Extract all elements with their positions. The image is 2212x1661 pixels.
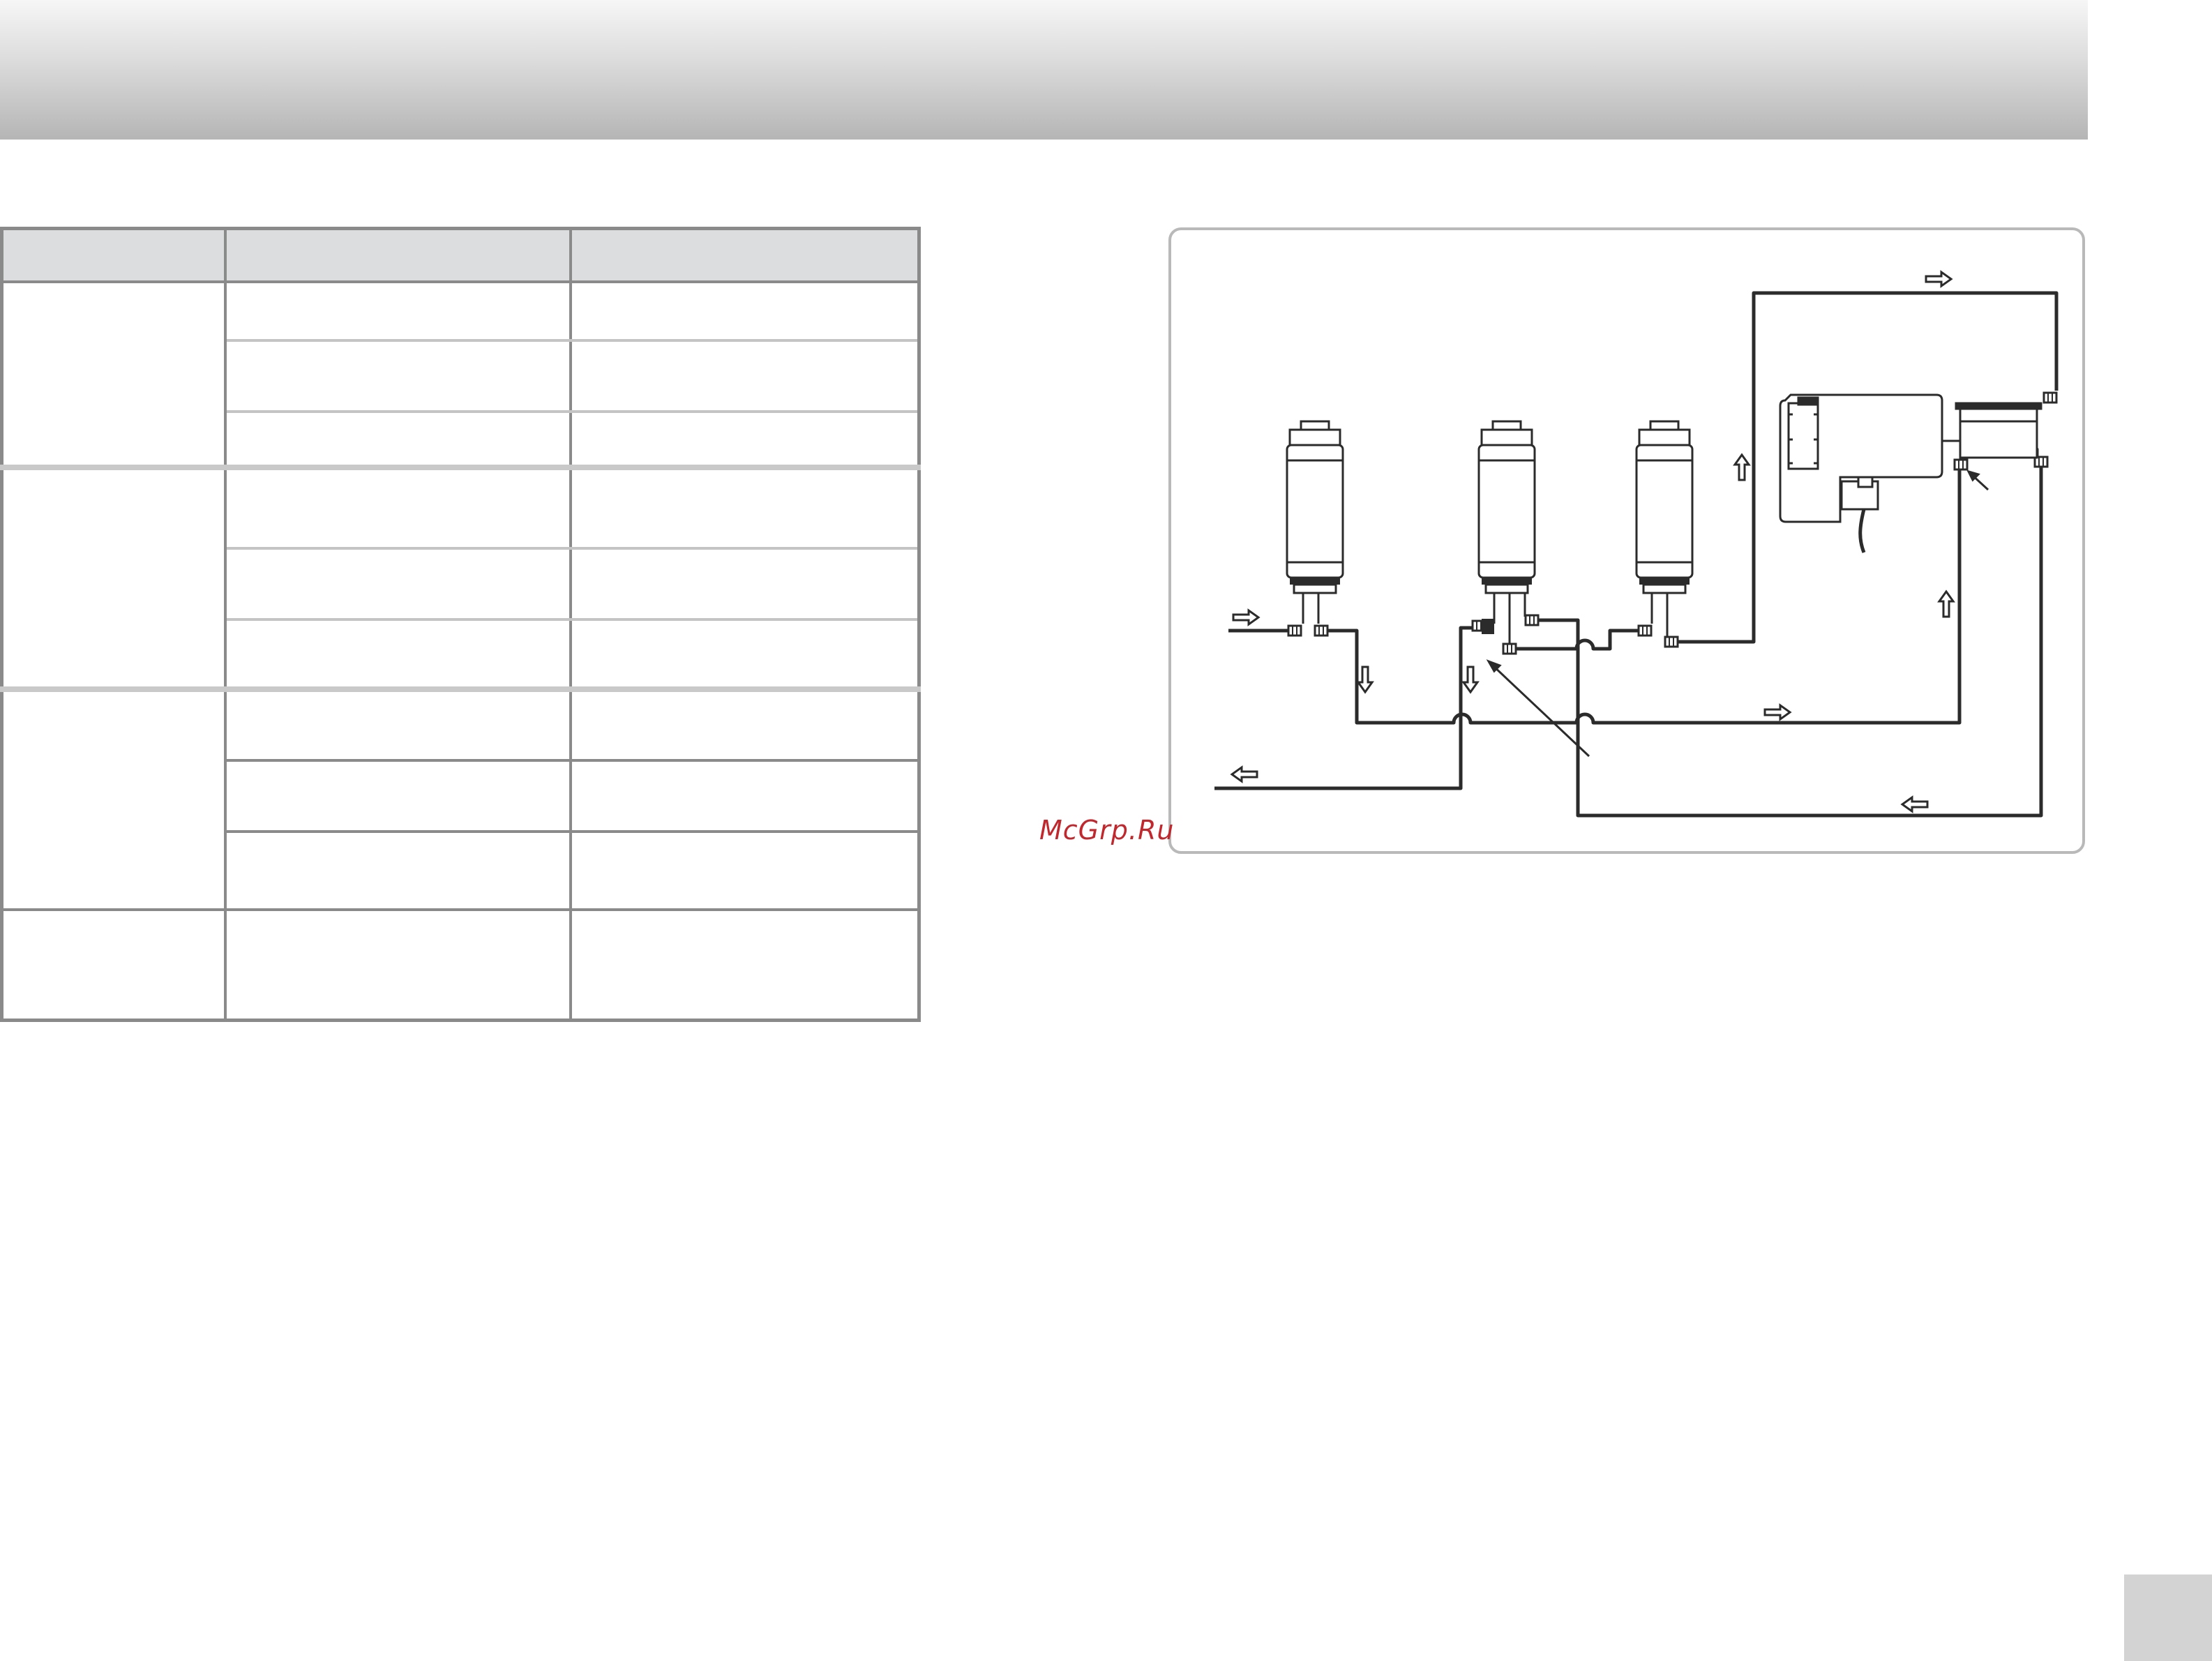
flow-arrow-left [1231,766,1258,783]
table-cell [569,547,921,621]
flow-arrow-up [1938,590,1955,618]
callout-pointers [1486,469,1989,758]
table-row [0,686,921,911]
flow-arrow-right [1763,704,1791,721]
flow-arrow-right [1232,609,1260,626]
flow-arrow-left [1901,796,1929,813]
table-cell [569,908,921,1021]
filter-cartridge-1 [1286,420,1344,594]
group-label [0,465,227,691]
watermark-text: McGrp.Ru [1039,815,1175,845]
table-cell [223,465,572,550]
storage-tank [1779,393,1943,523]
table-cell [569,410,921,469]
table-cell [223,280,572,342]
flow-arrow-down [1357,666,1374,693]
header-cell [569,227,921,283]
table-cell [569,618,921,691]
plumbing-diagram [1214,271,2059,818]
pump-unit [1942,402,2042,459]
plumbing-diagram-frame [1168,227,2085,854]
table-row [0,908,921,1021]
table-cell [223,908,572,1021]
table-cell [223,686,572,762]
page-number-tab [2124,1574,2212,1661]
header-cell [0,227,227,283]
drain-hose [1858,509,1866,553]
table-cell [569,339,921,413]
table-cell [223,339,572,413]
spec-table [0,227,921,1022]
table-cell [223,618,572,691]
flow-arrow-down [1462,666,1479,693]
flow-arrow-up [1733,453,1750,481]
table-cell [569,465,921,550]
table-cell [223,759,572,833]
filter-cartridge-3 [1635,420,1694,594]
table-row [0,280,921,469]
table-cell [569,280,921,342]
table-row [0,465,921,691]
header-cell [223,227,572,283]
table-cell [569,830,921,911]
group-label [0,280,227,469]
table-header-row [0,227,921,283]
table-cell [569,759,921,833]
group-label [0,686,227,911]
flow-arrow-right [1925,271,1953,287]
table-cell [223,830,572,911]
filter-cartridge-2 [1477,420,1536,594]
table-cell [223,410,572,469]
group-label [0,908,227,1021]
table-cell [223,547,572,621]
table-cell [569,686,921,762]
header-band [0,0,2088,140]
